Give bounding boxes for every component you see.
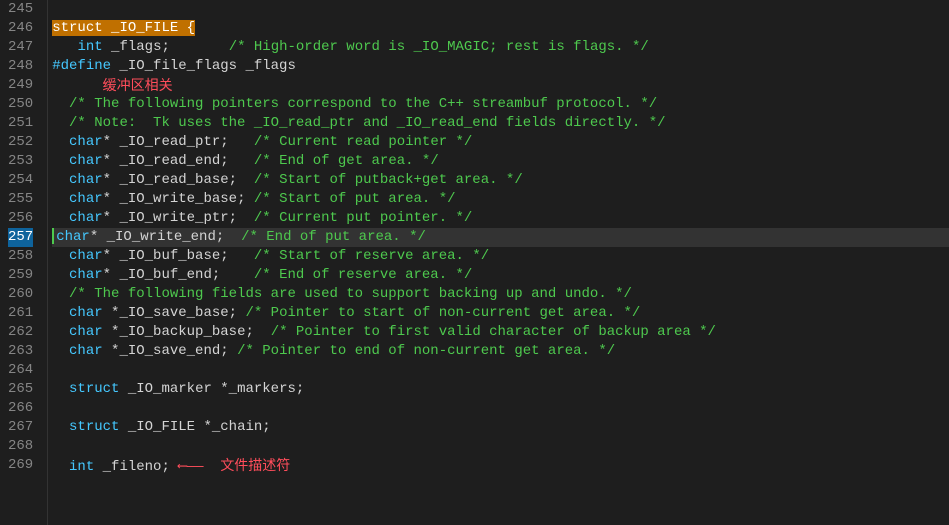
line-number: 245 [8, 0, 33, 19]
code-editor: 245 246 247 248 249 250 251 252 253 254 … [0, 0, 949, 525]
code-line[interactable]: char* _IO_buf_end; /* End of reserve are… [52, 266, 949, 285]
line-number: 253 [8, 152, 33, 171]
code-line-current[interactable]: char* _IO_write_end; /* End of put area.… [52, 228, 949, 247]
line-number: 261 [8, 304, 33, 323]
code-line[interactable]: struct _IO_FILE *_chain; [52, 418, 949, 437]
cursor-icon [52, 228, 54, 244]
code-line[interactable] [52, 399, 949, 418]
line-number: 249 [8, 76, 33, 95]
arrow-icon: ⟵—— [170, 459, 220, 475]
line-number: 268 [8, 437, 33, 456]
line-number: 263 [8, 342, 33, 361]
code-line[interactable]: struct _IO_marker *_markers; [52, 380, 949, 399]
line-number: 256 [8, 209, 33, 228]
code-line[interactable] [52, 361, 949, 380]
code-line[interactable] [52, 437, 949, 456]
code-line[interactable]: 缓冲区相关 [52, 76, 949, 95]
code-line[interactable]: /* Note: Tk uses the _IO_read_ptr and _I… [52, 114, 949, 133]
line-number: 251 [8, 114, 33, 133]
code-line[interactable]: struct _IO_FILE { [52, 19, 949, 38]
line-number: 264 [8, 361, 33, 380]
code-line[interactable]: int _flags; /* High-order word is _IO_MA… [52, 38, 949, 57]
line-number: 260 [8, 285, 33, 304]
line-number: 267 [8, 418, 33, 437]
struct-decl-highlight: struct _IO_FILE { [52, 20, 195, 36]
line-number: 247 [8, 38, 33, 57]
code-line[interactable]: int _fileno; ⟵—— 文件描述符 [52, 456, 949, 475]
code-line[interactable]: char* _IO_write_base; /* Start of put ar… [52, 190, 949, 209]
code-line[interactable] [52, 0, 949, 19]
code-line[interactable]: #define _IO_file_flags _flags [52, 57, 949, 76]
code-area[interactable]: struct _IO_FILE { int _flags; /* High-or… [48, 0, 949, 525]
annotation-fileno: 文件描述符 [220, 457, 290, 473]
line-number: 266 [8, 399, 33, 418]
line-number: 252 [8, 133, 33, 152]
code-line[interactable]: char *_IO_backup_base; /* Pointer to fir… [52, 323, 949, 342]
line-number: 262 [8, 323, 33, 342]
line-number: 255 [8, 190, 33, 209]
line-number: 250 [8, 95, 33, 114]
code-line[interactable]: char *_IO_save_base; /* Pointer to start… [52, 304, 949, 323]
annotation-buffer: 缓冲区相关 [103, 77, 173, 93]
line-number: 246 [8, 19, 33, 38]
line-number-current: 257 [8, 228, 33, 247]
code-line[interactable]: char* _IO_read_end; /* End of get area. … [52, 152, 949, 171]
line-number: 265 [8, 380, 33, 399]
line-number: 259 [8, 266, 33, 285]
line-number: 258 [8, 247, 33, 266]
code-line[interactable]: char* _IO_read_ptr; /* Current read poin… [52, 133, 949, 152]
line-number: 269 [8, 456, 33, 475]
line-number: 248 [8, 57, 33, 76]
code-line[interactable]: char *_IO_save_end; /* Pointer to end of… [52, 342, 949, 361]
code-line[interactable]: char* _IO_buf_base; /* Start of reserve … [52, 247, 949, 266]
code-line[interactable]: char* _IO_read_base; /* Start of putback… [52, 171, 949, 190]
code-line[interactable]: /* The following fields are used to supp… [52, 285, 949, 304]
line-number-gutter: 245 246 247 248 249 250 251 252 253 254 … [0, 0, 48, 525]
code-line[interactable]: char* _IO_write_ptr; /* Current put poin… [52, 209, 949, 228]
line-number: 254 [8, 171, 33, 190]
code-line[interactable]: /* The following pointers correspond to … [52, 95, 949, 114]
